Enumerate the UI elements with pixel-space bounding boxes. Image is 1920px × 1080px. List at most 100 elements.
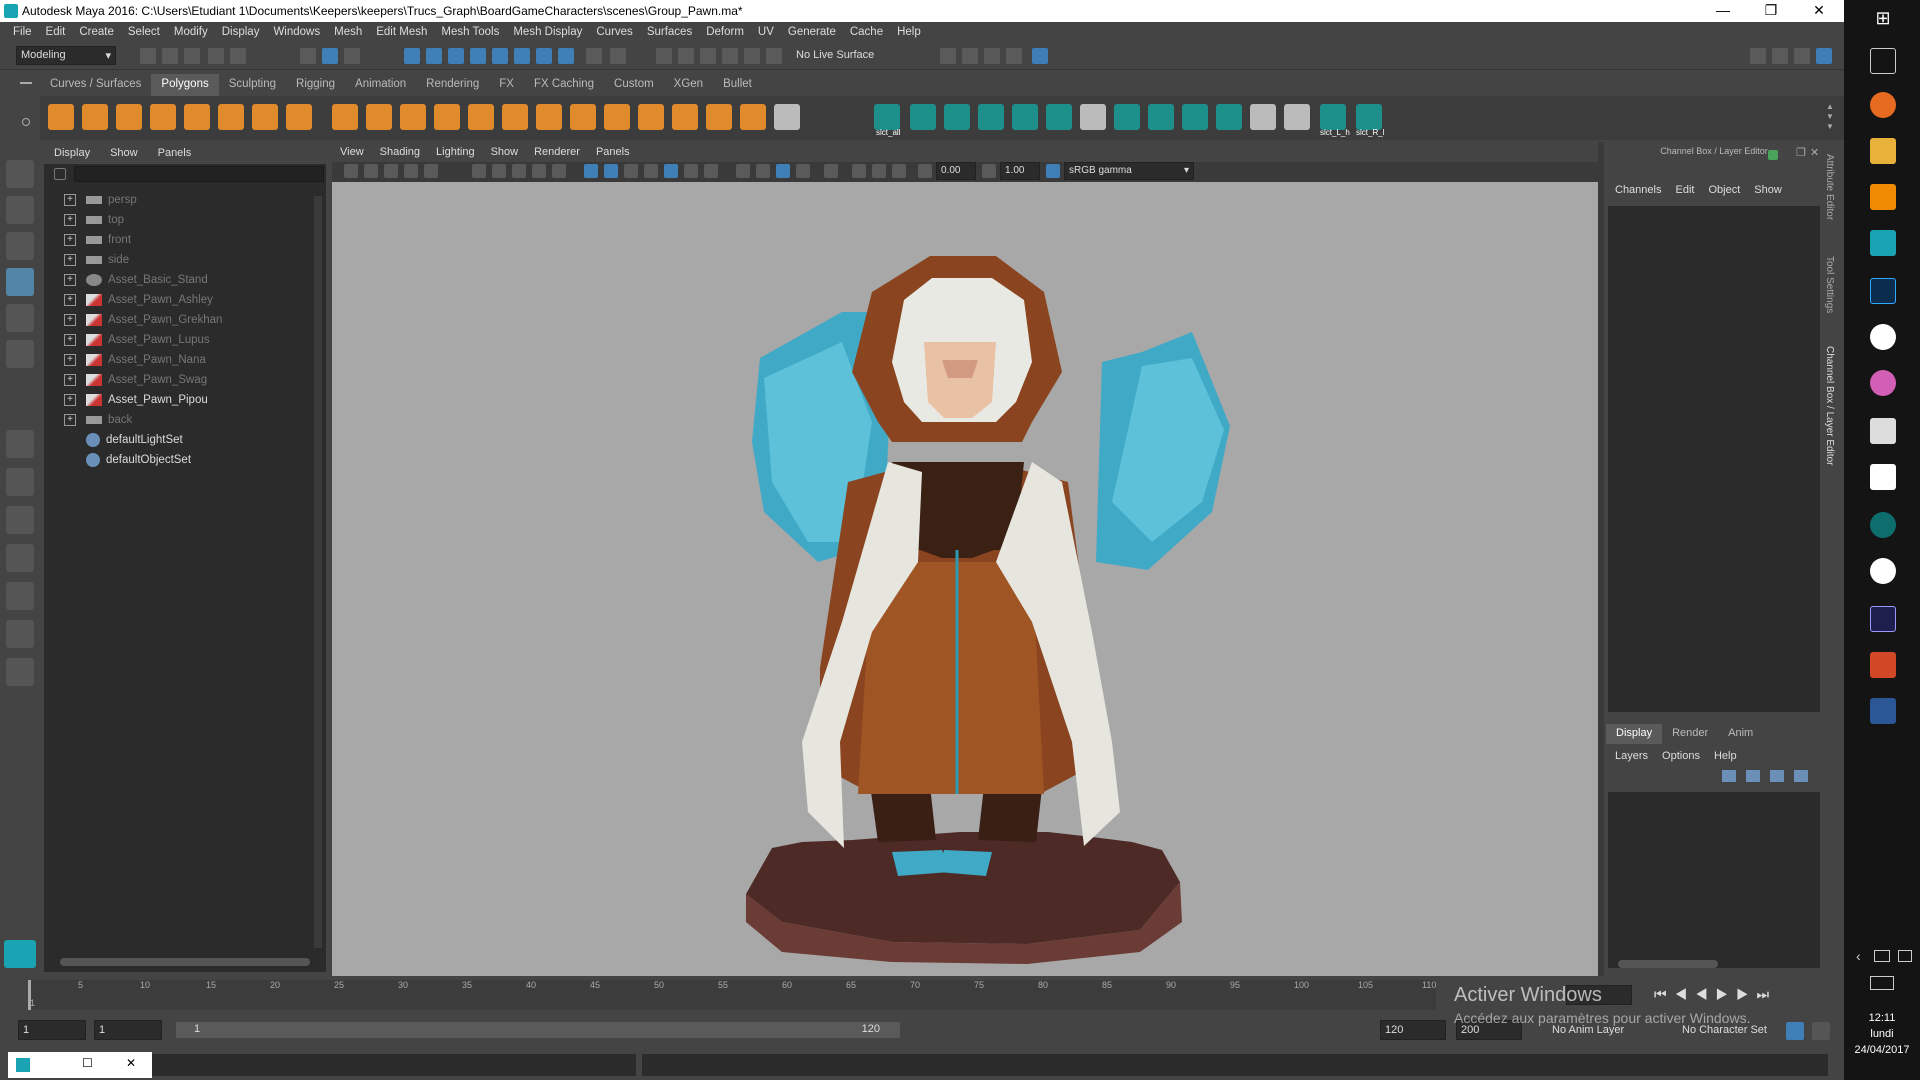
network-icon[interactable] [1898, 950, 1912, 962]
poly-cube-icon[interactable] [82, 104, 108, 130]
viewport-show-menu[interactable]: Show [483, 146, 527, 158]
grid-toggle-icon[interactable] [424, 164, 438, 178]
history-icon[interactable] [610, 48, 626, 64]
outliner-item-asset-pawn-ashley[interactable]: + Asset_Pawn_Ashley [64, 290, 213, 310]
undo-icon[interactable] [208, 48, 224, 64]
paint-select-tool-icon[interactable] [6, 232, 34, 260]
gamma-icon[interactable] [982, 164, 996, 178]
tab-rigging[interactable]: Rigging [286, 74, 345, 96]
menu-modify[interactable]: Modify [167, 26, 215, 38]
new-layer-selected-icon[interactable] [1794, 770, 1808, 782]
menu-mesh-display[interactable]: Mesh Display [506, 26, 589, 38]
save-scene-icon[interactable] [184, 48, 200, 64]
multi-cut-icon[interactable] [672, 104, 698, 130]
custom-tool-9-icon[interactable] [1182, 104, 1208, 130]
custom-tool-6-icon[interactable] [1080, 104, 1106, 130]
render-frame-icon[interactable] [962, 48, 978, 64]
use-default-material-icon[interactable] [624, 164, 638, 178]
notification-icon[interactable] [1874, 950, 1890, 962]
lock-icon[interactable] [586, 48, 602, 64]
snap-grid-icon[interactable] [404, 48, 420, 64]
snap-point-icon[interactable] [448, 48, 464, 64]
move-tool-icon[interactable] [6, 268, 34, 296]
time-slider[interactable]: 1 5 10 15 20 25 30 35 40 45 50 55 60 65 … [28, 980, 1436, 1010]
shelf-menu-icon[interactable] [20, 82, 32, 84]
menu-create[interactable]: Create [72, 26, 121, 38]
tab-custom[interactable]: Custom [604, 74, 664, 96]
select-tool-icon[interactable] [6, 160, 34, 188]
view-transform-dropdown[interactable]: sRGB gamma ▾ [1064, 162, 1194, 180]
extrude-icon[interactable] [502, 104, 528, 130]
anti-aliasing-icon[interactable] [776, 164, 790, 178]
outliner-vertical-scrollbar[interactable] [314, 196, 322, 948]
textured-icon[interactable] [664, 164, 678, 178]
tab-anim-layers[interactable]: Anim [1718, 724, 1763, 744]
poly-pyramid-icon[interactable] [252, 104, 278, 130]
range-slider[interactable]: 1 120 [176, 1022, 900, 1038]
custom-tool-4-icon[interactable] [1012, 104, 1038, 130]
render-settings-icon[interactable] [1006, 48, 1022, 64]
maya-taskbar-icon[interactable] [1870, 230, 1896, 256]
menu-deform[interactable]: Deform [699, 26, 751, 38]
bridge-icon[interactable] [570, 104, 596, 130]
render-view-icon[interactable] [940, 48, 956, 64]
exposure-icon[interactable] [918, 164, 932, 178]
menu-edit-mesh[interactable]: Edit Mesh [369, 26, 434, 38]
two-pane-layout-icon[interactable] [6, 506, 34, 534]
tab-bullet[interactable]: Bullet [713, 74, 762, 96]
wireframe-icon[interactable] [584, 164, 598, 178]
close-panel-icon[interactable]: ✕ [1810, 146, 1819, 159]
outliner-item-front[interactable]: + front [64, 230, 131, 250]
menu-select[interactable]: Select [121, 26, 167, 38]
expand-icon[interactable]: + [64, 394, 76, 406]
new-scene-icon[interactable] [140, 48, 156, 64]
restore-button[interactable]: ❐ [1748, 0, 1794, 22]
workspace-icon[interactable] [1750, 48, 1766, 64]
object-menu[interactable]: Object [1701, 184, 1747, 204]
menu-file[interactable]: File [6, 26, 39, 38]
outliner-display-menu[interactable]: Display [44, 147, 100, 159]
vlc-icon[interactable] [1870, 184, 1896, 210]
maya-home-icon[interactable] [4, 940, 36, 968]
animation-preferences-icon[interactable] [1812, 1022, 1830, 1040]
app-icon-3[interactable] [1870, 512, 1896, 538]
outliner-item-asset-pawn-nana[interactable]: + Asset_Pawn_Nana [64, 350, 206, 370]
app-icon-2[interactable] [1870, 370, 1896, 396]
show-tool-settings-icon[interactable] [1794, 48, 1810, 64]
menu-mesh-tools[interactable]: Mesh Tools [434, 26, 506, 38]
minimize-button[interactable]: — [1700, 0, 1746, 22]
poly-cylinder-icon[interactable] [116, 104, 142, 130]
channel-box-mode-icon[interactable] [1768, 150, 1778, 160]
planar-uv-icon[interactable] [774, 104, 800, 130]
snap-curve-icon[interactable] [426, 48, 442, 64]
zbrush-figure-icon[interactable] [1870, 418, 1896, 444]
powerpoint-icon[interactable] [1870, 652, 1896, 678]
auto-key-icon[interactable] [1786, 1022, 1804, 1040]
outliner-show-menu[interactable]: Show [100, 147, 148, 159]
rotate-tool-icon[interactable] [6, 304, 34, 332]
custom-tool-10-icon[interactable] [1216, 104, 1242, 130]
outliner-item-asset-pawn-grekhan[interactable]: + Asset_Pawn_Grekhan [64, 310, 222, 330]
xray-components-icon[interactable] [892, 164, 906, 178]
expand-icon[interactable]: + [64, 294, 76, 306]
move-layer-down-icon[interactable] [1746, 770, 1760, 782]
select-object-icon[interactable] [322, 48, 338, 64]
camera-attributes-icon[interactable] [364, 164, 378, 178]
custom-tool-2-icon[interactable] [944, 104, 970, 130]
snap-view-plane-icon[interactable] [470, 48, 486, 64]
help-icon[interactable] [558, 48, 574, 64]
tab-attribute-editor[interactable]: Attribute Editor [1824, 154, 1835, 220]
select-hierarchy-icon[interactable] [300, 48, 316, 64]
playback-buttons[interactable]: ⏮◀◀▶▶⏭ [1654, 986, 1777, 1003]
custom-tool-1-icon[interactable] [910, 104, 936, 130]
expand-icon[interactable]: + [64, 414, 76, 426]
snap-face-icon[interactable] [536, 48, 552, 64]
keyboard-icon[interactable] [1870, 976, 1894, 990]
tab-tool-settings[interactable]: Tool Settings [1824, 256, 1835, 313]
redo-icon[interactable] [230, 48, 246, 64]
custom-tool-7-icon[interactable] [1114, 104, 1140, 130]
lasso-tool-icon[interactable] [6, 196, 34, 224]
outliner-item-top[interactable]: + top [64, 210, 124, 230]
menu-generate[interactable]: Generate [781, 26, 843, 38]
menu-uv[interactable]: UV [751, 26, 781, 38]
